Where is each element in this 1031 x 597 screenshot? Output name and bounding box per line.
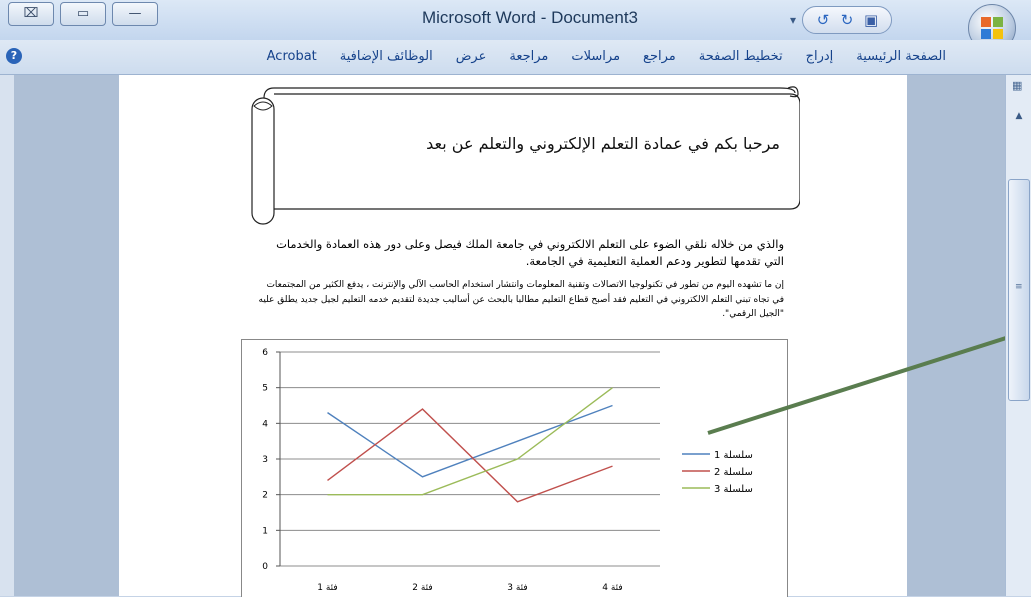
help-icon[interactable]: ? xyxy=(6,48,22,64)
x-tick-label: فئة 2 xyxy=(412,583,432,593)
tab-mailings[interactable]: مراسلات xyxy=(571,49,620,64)
title-bar: ⌧ ▭ — Microsoft Word - Document3 ▾ ↺ ↻ ▣ xyxy=(0,0,1031,52)
tab-acrobat[interactable]: Acrobat xyxy=(267,49,317,64)
legend-label: سلسلة 3 xyxy=(714,484,753,495)
legend-label: سلسلة 1 xyxy=(714,450,753,461)
qat-dropdown-icon[interactable]: ▾ xyxy=(790,13,796,27)
legend-label: سلسلة 2 xyxy=(714,467,753,478)
quick-access-toolbar: ▾ ↺ ↻ ▣ xyxy=(790,6,893,34)
tab-page-layout[interactable]: تخطيط الصفحة xyxy=(699,49,783,64)
vertical-scrollbar[interactable]: ▦ ▲ ≡ xyxy=(1005,75,1031,596)
scroll-banner-shape xyxy=(251,86,800,225)
tab-references[interactable]: مراجع xyxy=(643,49,676,64)
redo-icon[interactable]: ↻ xyxy=(837,10,857,30)
y-tick-label: 1 xyxy=(262,526,268,536)
y-tick-label: 3 xyxy=(262,455,268,465)
y-tick-label: 4 xyxy=(262,419,268,429)
paragraph-intro: والذي من خلاله نلقي الضوء على التعلم الا… xyxy=(276,237,784,268)
chart-canvas: 0 1 2 3 4 5 6 فئة 1 فئة 2 فئة 3 فئة 4 سلسلة 1 سلسلة … xyxy=(262,348,753,593)
paragraph-body: إن ما تشهده اليوم من تطور في تكنولوجيا ا… xyxy=(258,280,784,319)
ribbon-tabs: ? الصفحة الرئيسية إدراج تخطيط الصفحة مرا… xyxy=(0,40,1031,75)
x-tick-label: فئة 1 xyxy=(317,583,337,593)
maximize-button[interactable]: ▭ xyxy=(60,2,106,26)
tab-insert[interactable]: إدراج xyxy=(806,49,834,64)
y-tick-label: 5 xyxy=(262,384,268,394)
tab-home[interactable]: الصفحة الرئيسية xyxy=(856,49,946,64)
tab-row: الصفحة الرئيسية إدراج تخطيط الصفحة مراجع… xyxy=(267,49,946,64)
qat-buttons: ↺ ↻ ▣ xyxy=(802,6,893,34)
banner-heading: مرحبا بكم في عمادة التعلم الإلكتروني وال… xyxy=(426,134,780,153)
window-title: Microsoft Word - Document3 xyxy=(421,8,639,27)
scroll-thumb[interactable]: ≡ xyxy=(1008,179,1030,401)
minimize-button[interactable]: — xyxy=(112,2,158,26)
grip-icon: ≡ xyxy=(1015,282,1023,292)
y-tick-label: 0 xyxy=(262,562,268,572)
series-line xyxy=(327,404,613,478)
x-tick-label: فئة 4 xyxy=(602,583,622,593)
scroll-up-icon[interactable]: ▲ xyxy=(1006,111,1031,125)
office-logo-icon xyxy=(981,17,1003,39)
close-button[interactable]: ⌧ xyxy=(8,2,54,26)
y-tick-label: 6 xyxy=(262,348,268,358)
tab-add-ins[interactable]: الوظائف الإضافية xyxy=(340,49,433,64)
x-tick-label: فئة 3 xyxy=(507,583,527,593)
y-tick-label: 2 xyxy=(262,491,268,501)
line-chart[interactable]: 0 1 2 3 4 5 6 فئة 1 فئة 2 فئة 3 فئة 4 سلسلة 1 سلسلة … xyxy=(241,339,788,597)
window-controls: ⌧ ▭ — xyxy=(8,2,164,26)
left-margin-strip xyxy=(0,75,14,596)
undo-icon[interactable]: ↺ xyxy=(813,10,833,30)
ruler-toggle-icon[interactable]: ▦ xyxy=(1012,79,1026,93)
save-icon[interactable]: ▣ xyxy=(861,10,881,30)
tab-review[interactable]: مراجعة xyxy=(509,49,548,64)
tab-view[interactable]: عرض xyxy=(456,49,487,64)
